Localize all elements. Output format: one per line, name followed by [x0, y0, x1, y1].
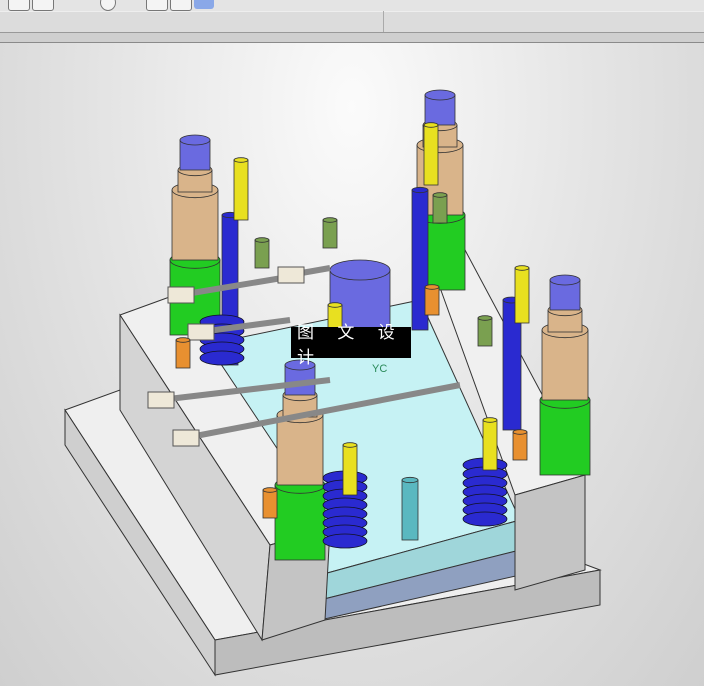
small-pin-cap: [322, 217, 338, 223]
small-pin-cap: [477, 315, 493, 321]
small-pin-cap: [254, 237, 270, 243]
small-pin: [512, 431, 528, 461]
center-post-cap: [329, 259, 391, 281]
guide-pillar-front-right-tan: [541, 329, 589, 401]
ejector-pin-cap: [401, 476, 419, 484]
coil-spring: [462, 511, 508, 527]
socket-bolt-cap: [514, 265, 530, 271]
guide-pillar-front-right-top-cap: [549, 274, 581, 286]
small-pin: [424, 286, 440, 316]
socket-bolt: [514, 267, 530, 324]
socket-bolt-cap: [327, 302, 343, 308]
rod-fitting: [167, 286, 195, 304]
guide-pillar-front-left-green: [274, 484, 326, 561]
socket-bolt-cap: [342, 442, 358, 448]
small-pin: [175, 339, 191, 369]
coil-spring: [322, 533, 368, 549]
rod-fitting: [147, 391, 175, 409]
small-pin: [432, 194, 448, 224]
small-pin: [322, 219, 338, 249]
guide-pillar-back-left-top-cap: [179, 134, 211, 146]
guide-pillar-front-left-tan: [276, 414, 324, 486]
socket-bolt-cap: [423, 122, 439, 128]
right-block-front: [514, 474, 586, 591]
rod-fitting: [172, 429, 200, 447]
socket-bolt: [423, 124, 439, 186]
guide-pillar-back-right-top-cap: [424, 89, 456, 101]
socket-bolt: [482, 419, 498, 471]
socket-bolt: [342, 444, 358, 496]
small-pin-cap: [512, 429, 528, 435]
small-pin: [262, 489, 278, 519]
small-pin: [477, 317, 493, 347]
ejector-pin: [401, 479, 419, 541]
small-pin-cap: [424, 284, 440, 290]
socket-bolt-cap: [482, 417, 498, 423]
guide-pillar-back-left-tan: [171, 189, 219, 261]
coil-spring: [199, 350, 245, 366]
ejector-rod-cap: [411, 186, 429, 194]
rod-fitting: [277, 266, 305, 284]
socket-bolt: [233, 159, 249, 221]
small-pin-cap: [262, 487, 278, 493]
guide-pillar-front-right-green: [539, 399, 591, 476]
yc-axis-label: YC: [372, 363, 388, 375]
socket-bolt-cap: [233, 157, 249, 163]
rod-fitting: [187, 323, 215, 341]
small-pin-cap: [175, 337, 191, 343]
small-pin-cap: [432, 192, 448, 198]
watermark: 图 文 设 计: [291, 323, 411, 368]
small-pin: [254, 239, 270, 269]
